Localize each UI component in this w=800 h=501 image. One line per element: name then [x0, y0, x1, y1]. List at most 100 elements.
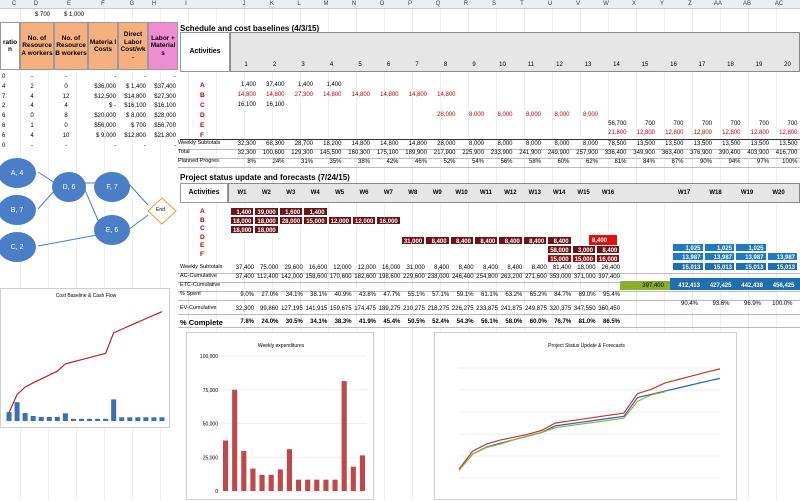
y-tick-label: 25,000: [203, 455, 219, 461]
column-header[interactable]: AA: [704, 1, 732, 7]
bar-value: 18,000: [233, 228, 252, 234]
cost-baseline-chart[interactable]: Cost Baseline & Cash Flow: [0, 288, 170, 428]
activity-label: F: [200, 251, 204, 258]
etc-cell: 442,438: [741, 283, 763, 289]
column-header[interactable]: D: [22, 1, 50, 7]
left-table-header: Materia l Costs: [88, 22, 118, 70]
etc-cell: 427,425: [709, 283, 732, 289]
column-header[interactable]: Q: [424, 1, 452, 7]
left-table-cell: 0: [2, 74, 6, 80]
summary-cell: 13,500: [665, 141, 684, 147]
activity-label: F: [200, 132, 204, 139]
column-header[interactable]: F: [89, 1, 117, 7]
baseline-cell: 12,800: [636, 130, 655, 136]
column-header[interactable]: R: [452, 1, 480, 7]
column-header[interactable]: S: [480, 1, 508, 7]
summary-cell: 8%: [247, 159, 256, 165]
column-header[interactable]: L: [285, 1, 313, 7]
column-header[interactable]: U: [536, 1, 564, 7]
column-header[interactable]: H: [140, 1, 168, 7]
status-cell: 57.1%: [432, 292, 450, 298]
y-tick-label: 100,000: [200, 354, 218, 360]
column-header[interactable]: O: [368, 1, 396, 7]
summary-cell: 100,600: [262, 150, 285, 156]
summary-cell: 32,300: [237, 141, 256, 147]
left-table-cell: 0: [30, 113, 34, 120]
y-tick-label: 50,000: [203, 422, 219, 428]
bar-value: 8,400: [431, 239, 447, 245]
status-forecast-chart[interactable]: Project Status Update & Forecasts: [434, 332, 737, 500]
activity-label: C: [200, 102, 205, 109]
baseline-cell: 1,400: [297, 82, 313, 88]
column-header[interactable]: AC: [765, 1, 793, 7]
left-table-cell: $14,800: [124, 93, 146, 100]
status-cell: 182,600: [354, 274, 376, 280]
forecast-bar-f: 15,013: [703, 262, 735, 271]
column-header[interactable]: J: [230, 1, 258, 7]
actual-bar-f: 15,000: [547, 254, 572, 263]
status-cell: 84.7%: [554, 292, 572, 298]
column-header[interactable]: T: [508, 1, 536, 7]
cash-flow-bar: [54, 416, 60, 421]
activity-label: E: [200, 242, 205, 250]
status-cell: 16,000: [382, 265, 401, 271]
summary-cell: 60%: [557, 159, 570, 165]
left-table-cell: 4: [64, 103, 68, 110]
column-header[interactable]: M: [312, 1, 340, 7]
left-table-cell: $20,000: [94, 113, 116, 120]
status-cell: 86.5%: [602, 319, 620, 325]
status-cell: 27.0%: [261, 292, 279, 298]
column-header[interactable]: W: [592, 1, 620, 7]
forecast-bar-e2: 13,987: [735, 252, 767, 261]
column-header[interactable]: I: [172, 1, 200, 7]
status-cell: 81.0%: [578, 319, 596, 325]
status-cell: 41.9%: [358, 319, 376, 325]
status-cell: 59.1%: [456, 292, 474, 298]
left-table-cell: $12,800: [124, 132, 146, 139]
left-table-cell: $27,300: [154, 93, 176, 100]
left-table-header: Direct Labor Cost/wk .: [118, 22, 148, 70]
status-cell: 174,475: [354, 306, 376, 312]
left-table-cell: 6: [2, 113, 6, 120]
left-table-cell: $28,000: [154, 113, 176, 120]
etc-cell: 456,425: [772, 283, 795, 289]
weekly-expenditures-chart[interactable]: Weekly expenditures 100,000 75,000 50,000 2…: [186, 332, 374, 500]
activity-label: B: [200, 216, 205, 224]
summary-cell: 100%: [782, 159, 798, 165]
status-cell: 8,400: [507, 265, 523, 271]
status-cell: 75,000: [260, 265, 279, 271]
column-header[interactable]: Y: [648, 1, 676, 7]
status-cell: 54.3%: [456, 319, 474, 325]
left-table-cell: 0: [64, 83, 68, 90]
column-header[interactable]: N: [340, 1, 368, 7]
expenditure-bar: [359, 455, 365, 491]
left-table-header: ratio n: [0, 22, 20, 70]
column-header[interactable]: E: [55, 1, 83, 7]
week-label: W10: [455, 190, 468, 196]
expenditure-bar: [277, 469, 283, 491]
summary-cell: 13,500: [722, 141, 741, 147]
forecast-spent-cell: 93.6%: [712, 301, 730, 307]
actual-bar-d: 8,400: [498, 236, 523, 245]
left-table-cell: -: [31, 142, 33, 149]
forecast-bar-e2: 13,987: [766, 252, 798, 261]
bar-value: 31,000: [403, 239, 423, 245]
status-cell: 8,400: [531, 265, 547, 271]
week-number: 11: [527, 62, 535, 68]
column-header[interactable]: K: [258, 1, 286, 7]
cash-flow-bar: [62, 413, 68, 421]
column-header[interactable]: Z: [676, 1, 704, 7]
column-header[interactable]: AB: [733, 1, 761, 7]
left-table-cell: -: [144, 142, 146, 149]
cash-flow-bar: [127, 417, 133, 421]
column-header[interactable]: X: [620, 1, 648, 7]
week-label: W13: [528, 190, 541, 196]
status-cell: 238,000: [427, 274, 450, 280]
column-header[interactable]: P: [396, 1, 424, 7]
summary-cell: 403,900: [747, 150, 769, 156]
column-header[interactable]: V: [564, 1, 592, 7]
status-cell: 347,550: [573, 306, 596, 312]
status-cell: 233,875: [476, 306, 498, 312]
bar-value: 15,013: [745, 265, 764, 271]
left-table-cell: $21,800: [154, 132, 176, 139]
